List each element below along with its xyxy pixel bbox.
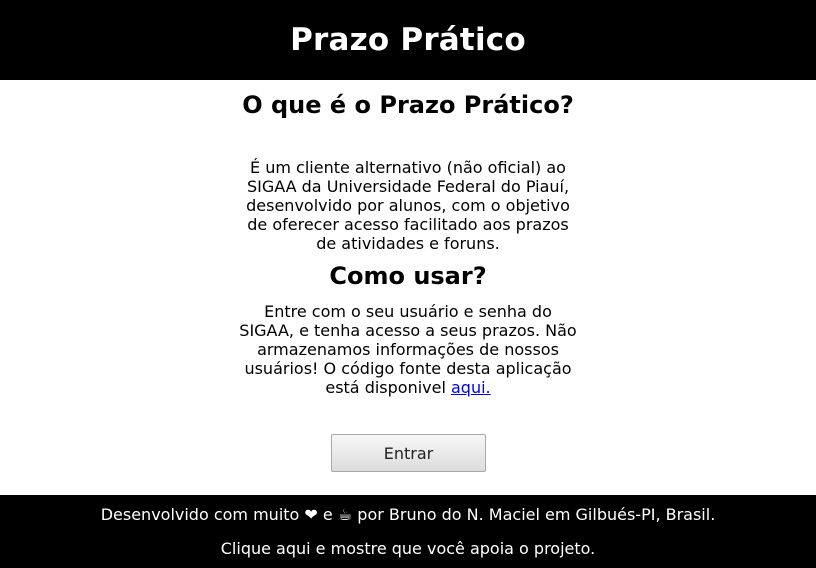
how-to-text: Entre com o seu usuário e senha do SIGAA… <box>238 302 578 397</box>
main-content: O que é o Prazo Prático? É um cliente al… <box>0 80 816 495</box>
credit-and: e <box>322 505 333 524</box>
source-code-link[interactable]: aqui. <box>451 378 491 397</box>
credit-suffix: por Bruno do N. Maciel em Gilbués-PI, Br… <box>357 505 716 524</box>
about-heading: O que é o Prazo Prático? <box>242 91 574 119</box>
about-text: É um cliente alternativo (não oficial) a… <box>246 158 570 253</box>
coffee-icon: ☕ <box>337 505 353 524</box>
app-header: Prazo Prático <box>0 0 816 80</box>
how-to-heading: Como usar? <box>329 262 487 290</box>
heart-icon: ❤ <box>304 505 318 524</box>
credit-prefix: Desenvolvido com muito <box>100 505 300 524</box>
footer: Desenvolvido com muito ❤ e ☕ por Bruno d… <box>0 495 816 568</box>
footer-credit: Desenvolvido com muito ❤ e ☕ por Bruno d… <box>0 505 816 524</box>
enter-button[interactable]: Entrar <box>331 434 486 472</box>
footer-support: Clique aqui e mostre que você apoia o pr… <box>0 539 816 558</box>
support-link[interactable]: Clique aqui e mostre que você apoia o pr… <box>221 539 596 558</box>
how-to-body: Entre com o seu usuário e senha do SIGAA… <box>239 302 577 397</box>
app-title: Prazo Prático <box>290 22 526 58</box>
